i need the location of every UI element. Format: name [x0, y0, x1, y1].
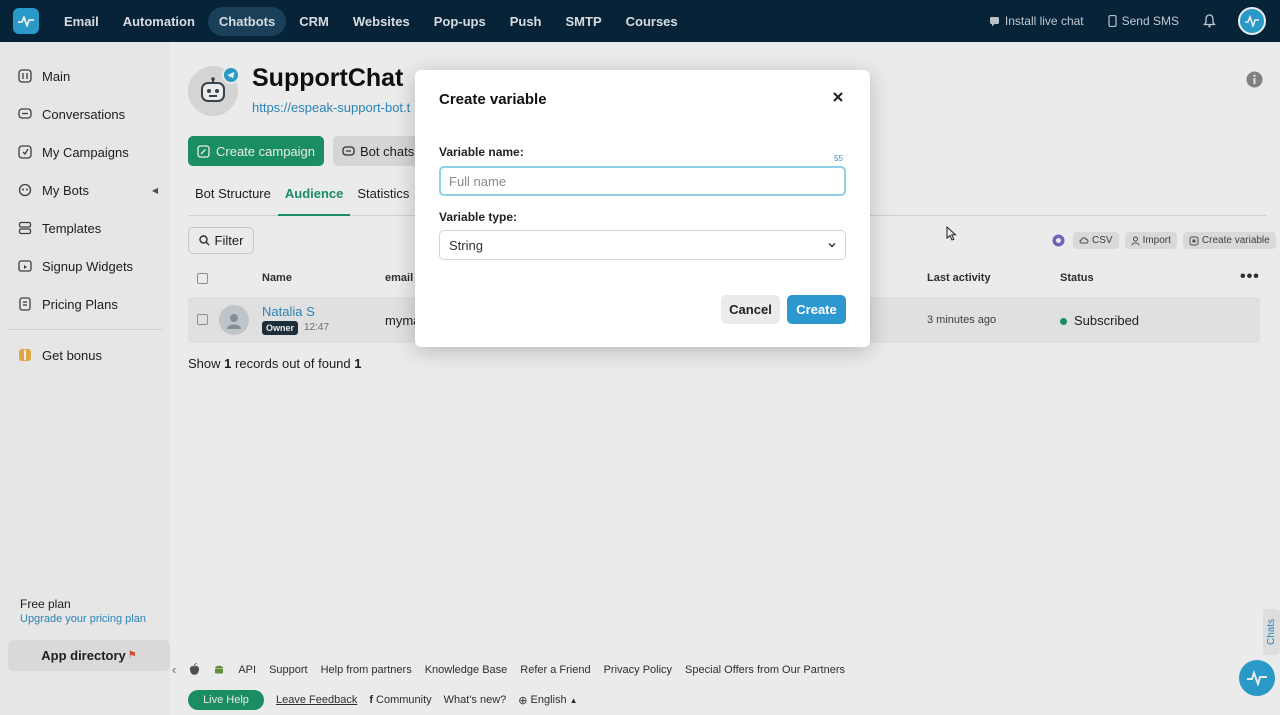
variable-name-input[interactable]	[439, 166, 846, 196]
close-icon[interactable]	[831, 90, 845, 104]
variable-type-value: String	[449, 237, 483, 253]
chevron-down-icon	[828, 243, 836, 248]
cancel-button[interactable]: Cancel	[721, 295, 780, 324]
char-counter: 55	[834, 154, 843, 163]
create-button[interactable]: Create	[787, 295, 846, 324]
variable-name-label: Variable name:	[439, 145, 524, 159]
modal-title: Create variable	[439, 91, 547, 108]
variable-type-select[interactable]: String	[439, 230, 846, 260]
variable-type-label: Variable type:	[439, 210, 518, 224]
create-variable-modal: Create variable Variable name: 55 Variab…	[415, 70, 870, 347]
